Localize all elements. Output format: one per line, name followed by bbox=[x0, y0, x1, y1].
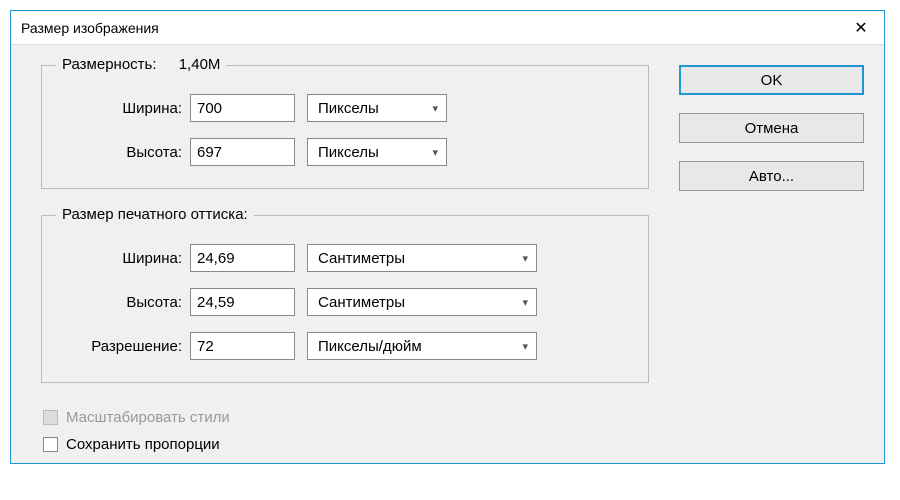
auto-button-label: Авто... bbox=[749, 168, 794, 185]
dimensions-legend-label: Размерность: bbox=[62, 56, 157, 73]
dimensions-legend-value: 1,40M bbox=[161, 56, 221, 73]
doc-width-input[interactable] bbox=[190, 244, 295, 272]
dialog-body: Размерность: 1,40M Ширина: Пикселы ▾ Выс… bbox=[11, 45, 884, 463]
doc-height-row: Высота: Сантиметры ▾ bbox=[60, 288, 630, 316]
pixel-dimensions-legend: Размерность: 1,40M bbox=[56, 56, 226, 73]
scale-styles-label: Масштабировать стили bbox=[66, 409, 230, 426]
close-icon: ✕ bbox=[854, 18, 867, 38]
doc-height-unit-select[interactable]: Сантиметры ▾ bbox=[307, 288, 537, 316]
pixel-width-unit-select[interactable]: Пикселы ▾ bbox=[307, 94, 447, 122]
doc-width-row: Ширина: Сантиметры ▾ bbox=[60, 244, 630, 272]
auto-button[interactable]: Авто... bbox=[679, 161, 864, 191]
dialog-title: Размер изображения bbox=[21, 20, 159, 36]
pixel-height-input[interactable] bbox=[190, 138, 295, 166]
titlebar: Размер изображения ✕ bbox=[11, 11, 884, 45]
pixel-height-row: Высота: Пикселы ▾ bbox=[60, 138, 630, 166]
constrain-proportions-label: Сохранить пропорции bbox=[66, 436, 220, 453]
image-size-dialog: Размер изображения ✕ Размерность: 1,40M … bbox=[10, 10, 885, 464]
resolution-unit-select[interactable]: Пикселы/дюйм ▾ bbox=[307, 332, 537, 360]
document-size-legend: Размер печатного оттиска: bbox=[56, 206, 254, 223]
width-label: Ширина: bbox=[60, 100, 190, 117]
pixel-height-unit-select[interactable]: Пикселы ▾ bbox=[307, 138, 447, 166]
close-button[interactable]: ✕ bbox=[838, 11, 884, 45]
ok-button[interactable]: OK bbox=[679, 65, 864, 95]
pixel-height-unit-value: Пикселы bbox=[318, 144, 379, 161]
cancel-button-label: Отмена bbox=[745, 120, 799, 137]
resolution-unit-value: Пикселы/дюйм bbox=[318, 338, 422, 355]
buttons-panel: OK Отмена Авто... bbox=[679, 65, 864, 463]
ok-button-label: OK bbox=[761, 72, 783, 89]
doc-height-input[interactable] bbox=[190, 288, 295, 316]
pixel-width-row: Ширина: Пикселы ▾ bbox=[60, 94, 630, 122]
doc-width-unit-value: Сантиметры bbox=[318, 250, 405, 267]
cancel-button[interactable]: Отмена bbox=[679, 113, 864, 143]
doc-height-unit-value: Сантиметры bbox=[318, 294, 405, 311]
height-label: Высота: bbox=[60, 144, 190, 161]
resolution-input[interactable] bbox=[190, 332, 295, 360]
constrain-proportions-row[interactable]: Сохранить пропорции bbox=[43, 436, 649, 453]
constrain-proportions-checkbox[interactable] bbox=[43, 437, 58, 452]
left-panel: Размерность: 1,40M Ширина: Пикселы ▾ Выс… bbox=[41, 65, 649, 463]
chevron-down-icon: ▾ bbox=[522, 252, 528, 265]
doc-width-label: Ширина: bbox=[60, 250, 190, 267]
doc-width-unit-select[interactable]: Сантиметры ▾ bbox=[307, 244, 537, 272]
document-size-group: Размер печатного оттиска: Ширина: Сантим… bbox=[41, 215, 649, 383]
pixel-dimensions-group: Размерность: 1,40M Ширина: Пикселы ▾ Выс… bbox=[41, 65, 649, 189]
chevron-down-icon: ▾ bbox=[432, 146, 438, 159]
pixel-width-unit-value: Пикселы bbox=[318, 100, 379, 117]
scale-styles-checkbox bbox=[43, 410, 58, 425]
pixel-width-input[interactable] bbox=[190, 94, 295, 122]
resolution-label: Разрешение: bbox=[60, 338, 190, 355]
scale-styles-row: Масштабировать стили bbox=[43, 409, 649, 426]
doc-height-label: Высота: bbox=[60, 294, 190, 311]
chevron-down-icon: ▾ bbox=[522, 340, 528, 353]
chevron-down-icon: ▾ bbox=[522, 296, 528, 309]
resolution-row: Разрешение: Пикселы/дюйм ▾ bbox=[60, 332, 630, 360]
chevron-down-icon: ▾ bbox=[432, 102, 438, 115]
